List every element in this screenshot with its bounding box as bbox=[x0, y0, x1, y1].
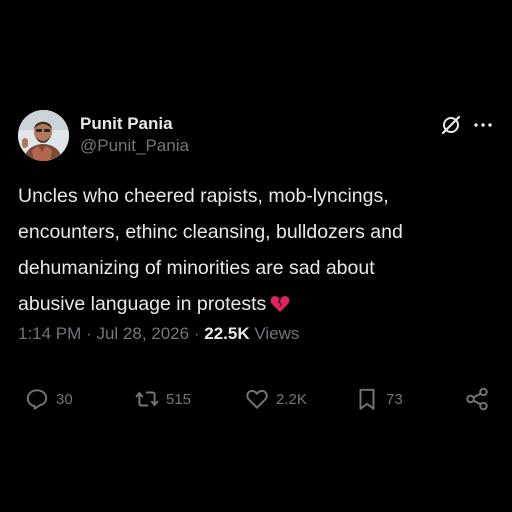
share-button[interactable] bbox=[464, 386, 490, 412]
repost-button[interactable]: 515 bbox=[134, 386, 191, 412]
grok-icon[interactable] bbox=[440, 114, 462, 136]
repost-count: 515 bbox=[166, 390, 192, 408]
action-bar: 30 515 2.2K 73 bbox=[24, 386, 494, 416]
bookmark-count: 73 bbox=[386, 390, 403, 408]
author-names: Punit Pania @Punit_Pania bbox=[80, 113, 189, 157]
meta-separator-2: · bbox=[193, 324, 200, 343]
tweet: Punit Pania @Punit_Pania Uncles who chee… bbox=[18, 110, 496, 411]
post-date[interactable]: Jul 28, 2026 bbox=[96, 324, 189, 343]
tweet-text: Uncles who cheered rapists, mob-lyncings… bbox=[18, 178, 496, 325]
more-icon[interactable] bbox=[472, 114, 494, 136]
post-time[interactable]: 1:14 PM bbox=[18, 324, 81, 343]
share-icon bbox=[464, 386, 490, 412]
avatar[interactable] bbox=[18, 110, 69, 161]
like-count: 2.2K bbox=[276, 390, 307, 408]
views-count: 22.5K bbox=[204, 324, 250, 343]
tweet-text-content: Uncles who cheered rapists, mob-lyncings… bbox=[18, 185, 403, 315]
repost-icon bbox=[134, 386, 160, 412]
meta-separator: · bbox=[86, 324, 92, 343]
display-name[interactable]: Punit Pania bbox=[80, 113, 189, 134]
reply-button[interactable]: 30 bbox=[24, 386, 73, 412]
broken-heart-icon bbox=[270, 289, 290, 325]
tweet-meta: 1:14 PM · Jul 28, 2026 · 22.5K Views bbox=[18, 324, 299, 344]
reply-icon bbox=[24, 386, 50, 412]
views-label: Views bbox=[254, 324, 300, 343]
like-button[interactable]: 2.2K bbox=[244, 386, 307, 412]
reply-count: 30 bbox=[56, 390, 73, 408]
like-icon bbox=[244, 386, 270, 412]
handle[interactable]: @Punit_Pania bbox=[80, 134, 189, 157]
bookmark-icon bbox=[354, 386, 380, 412]
tweet-header: Punit Pania @Punit_Pania bbox=[18, 110, 496, 164]
bookmark-button[interactable]: 73 bbox=[354, 386, 403, 412]
